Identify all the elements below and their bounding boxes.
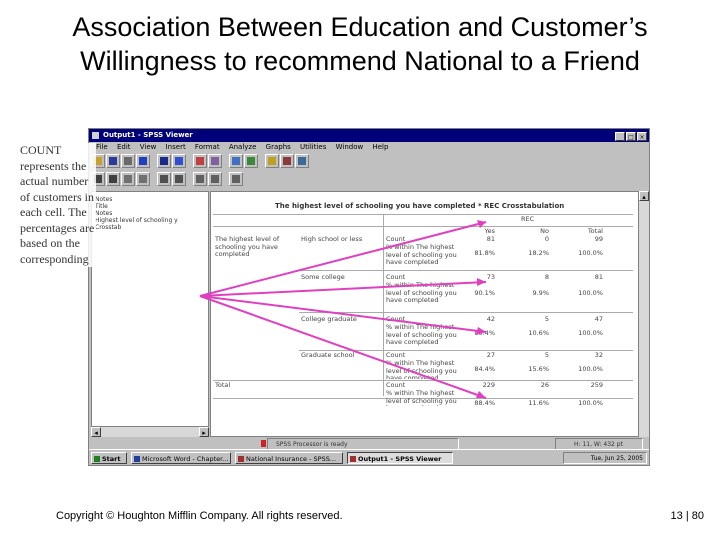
copyright-footer: Copyright © Houghton Mifflin Company. Al… — [56, 510, 343, 522]
annotation-arrows — [199, 220, 487, 399]
arrow-head-icon — [476, 391, 486, 398]
arrow-line — [199, 295, 487, 333]
annotation-arrows-group — [199, 221, 487, 399]
page-number: 13 | 80 — [670, 510, 704, 522]
arrow-line — [199, 295, 487, 399]
arrow-head-icon — [477, 278, 486, 286]
